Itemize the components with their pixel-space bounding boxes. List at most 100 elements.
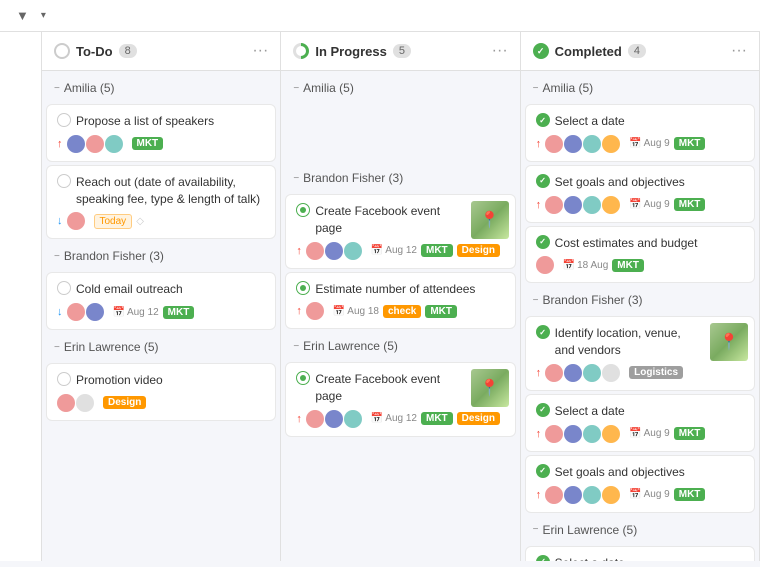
avatar — [564, 196, 582, 214]
group-toggle-icon[interactable]: − — [54, 342, 60, 353]
tag-design: Design — [103, 396, 146, 409]
card-title: Promotion video — [76, 372, 265, 389]
today-badge: Today — [94, 214, 133, 229]
avatar — [602, 196, 620, 214]
priority-up-icon: ↑ — [296, 305, 302, 317]
inprogress-circle-icon — [293, 43, 309, 59]
task-card[interactable]: Promotion video Design — [46, 363, 276, 421]
avatar — [545, 364, 563, 382]
task-card[interactable]: Cold email outreach↓📅Aug 12MKT — [46, 272, 276, 330]
group-toggle-icon[interactable]: − — [533, 524, 539, 535]
column-header-inprogress: In Progress5··· — [281, 32, 519, 71]
inprogress-status-icon — [296, 281, 310, 295]
task-card[interactable]: ✓Set goals and objectives↑📅Aug 9MKT — [525, 455, 755, 513]
card-title: Set goals and objectives — [555, 464, 744, 481]
group-section: −Erin Lawrence (5) ✓Select a date↑📅Aug 9M… — [525, 517, 755, 561]
group-header[interactable]: −Brandon Fisher (3) — [285, 165, 515, 191]
task-card[interactable]: ✓Identify location, venue, and vendors📍↑… — [525, 316, 755, 391]
column-menu-todo[interactable]: ··· — [252, 42, 268, 60]
tag-design: Design — [457, 244, 500, 257]
group-section: −Erin Lawrence (5)Create Facebook event … — [285, 333, 515, 437]
avatar — [306, 242, 324, 260]
group-toggle-icon[interactable]: − — [533, 83, 539, 94]
group-section: −Erin Lawrence (5) Promotion video Design — [46, 334, 276, 421]
group-name: Brandon Fisher (3) — [303, 171, 403, 185]
group-name: Brandon Fisher (3) — [64, 249, 164, 263]
priority-up-icon: ↑ — [536, 367, 542, 379]
column-header-completed: Completed 4 ··· — [521, 32, 759, 71]
group-name: Amilia (5) — [303, 81, 354, 95]
group-header[interactable]: −Amilia (5) — [285, 75, 515, 101]
tag-mkt: MKT — [612, 259, 644, 272]
card-title: Cost estimates and budget — [555, 235, 744, 252]
task-card[interactable]: ✓Select a date↑📅Aug 9MKT — [525, 104, 755, 162]
column-count-completed: 4 — [628, 44, 646, 58]
tag-mkt: MKT — [163, 306, 195, 319]
group-header[interactable]: −Amilia (5) — [525, 75, 755, 101]
priority-up-icon: ↑ — [536, 138, 542, 150]
date-badge: 📅Aug 9 — [629, 199, 670, 210]
task-card[interactable]: Create Facebook event page📍↑📅Aug 12MKTDe… — [285, 362, 515, 437]
column-title-completed: Completed — [555, 44, 622, 59]
group-toggle-icon[interactable]: − — [54, 83, 60, 94]
avatar — [602, 135, 620, 153]
columns: To-Do8···−Amilia (5)Propose a list of sp… — [42, 32, 760, 561]
group-toggle-icon[interactable]: − — [293, 341, 299, 352]
task-card[interactable]: Create Facebook event page📍↑📅Aug 12MKTDe… — [285, 194, 515, 269]
group-section: −Brandon Fisher (3)✓Identify location, v… — [525, 287, 755, 512]
group-header[interactable]: −Erin Lawrence (5) — [285, 333, 515, 359]
card-meta: ↑📅Aug 9MKT — [536, 196, 744, 214]
task-card[interactable]: ✓Set goals and objectives↑📅Aug 9MKT — [525, 165, 755, 223]
task-card[interactable]: Estimate number of attendees↑📅Aug 18chec… — [285, 272, 515, 330]
empty-area — [285, 101, 515, 161]
board: To-Do8···−Amilia (5)Propose a list of sp… — [0, 32, 760, 561]
column-body-todo: −Amilia (5) Propose a list of speakers↑MK… — [42, 71, 280, 561]
card-meta: ↑📅Aug 9MKT — [536, 135, 744, 153]
column-body-completed: −Amilia (5)✓Select a date↑📅Aug 9MKT✓Set … — [521, 71, 759, 561]
column-inprogress: In Progress5···−Amilia (5)−Brandon Fishe… — [281, 32, 520, 561]
avatar — [67, 135, 85, 153]
date-badge: 📅Aug 12 — [371, 413, 417, 424]
map-thumbnail: 📍 — [710, 323, 748, 361]
group-toggle-icon[interactable]: − — [533, 295, 539, 306]
group-toggle-icon[interactable]: − — [54, 251, 60, 262]
todo-circle-icon — [54, 43, 70, 59]
priority-up-icon: ↑ — [57, 138, 63, 150]
column-body-inprogress: −Amilia (5)−Brandon Fisher (3)Create Fac… — [281, 71, 519, 561]
avatar — [583, 425, 601, 443]
task-card[interactable]: ✓Select a date↑📅Aug 9MKT — [525, 546, 755, 561]
group-header[interactable]: −Erin Lawrence (5) — [46, 334, 276, 360]
date-badge: 📅Aug 9 — [629, 489, 670, 500]
avatar — [76, 394, 94, 412]
avatar — [545, 196, 563, 214]
avatar — [564, 135, 582, 153]
completed-status-icon: ✓ — [536, 403, 550, 417]
card-meta: Design — [57, 394, 265, 412]
column-count-todo: 8 — [119, 44, 137, 58]
task-card[interactable]: ✓Cost estimates and budget📅18 AugMKT — [525, 226, 755, 284]
todo-status-icon — [57, 174, 71, 188]
group-header[interactable]: −Brandon Fisher (3) — [525, 287, 755, 313]
group-header[interactable]: −Amilia (5) — [46, 75, 276, 101]
todo-status-icon — [57, 372, 71, 386]
group-name: Amilia (5) — [543, 81, 594, 95]
priority-up-icon: ↑ — [536, 428, 542, 440]
task-card[interactable]: Propose a list of speakers↑MKT — [46, 104, 276, 162]
group-toggle-icon[interactable]: − — [293, 83, 299, 94]
column-menu-completed[interactable]: ··· — [731, 42, 747, 60]
tag-mkt: MKT — [421, 412, 453, 425]
column-title-todo: To-Do — [76, 44, 113, 59]
date-badge: 📅Aug 12 — [113, 307, 159, 318]
completed-status-icon: ✓ — [536, 325, 550, 339]
group-header[interactable]: −Erin Lawrence (5) — [525, 517, 755, 543]
group-header[interactable]: −Brandon Fisher (3) — [46, 243, 276, 269]
card-title: Select a date — [555, 113, 744, 130]
completed-status-icon: ✓ — [536, 174, 550, 188]
task-card[interactable]: Reach out (date of availability, speakin… — [46, 165, 276, 240]
priority-up-icon: ↑ — [536, 199, 542, 211]
group-toggle-icon[interactable]: − — [293, 173, 299, 184]
task-card[interactable]: ✓Select a date↑📅Aug 9MKT — [525, 394, 755, 452]
avatar — [344, 242, 362, 260]
column-menu-inprogress[interactable]: ··· — [492, 42, 508, 60]
date-badge: 📅18 Aug — [563, 260, 609, 271]
